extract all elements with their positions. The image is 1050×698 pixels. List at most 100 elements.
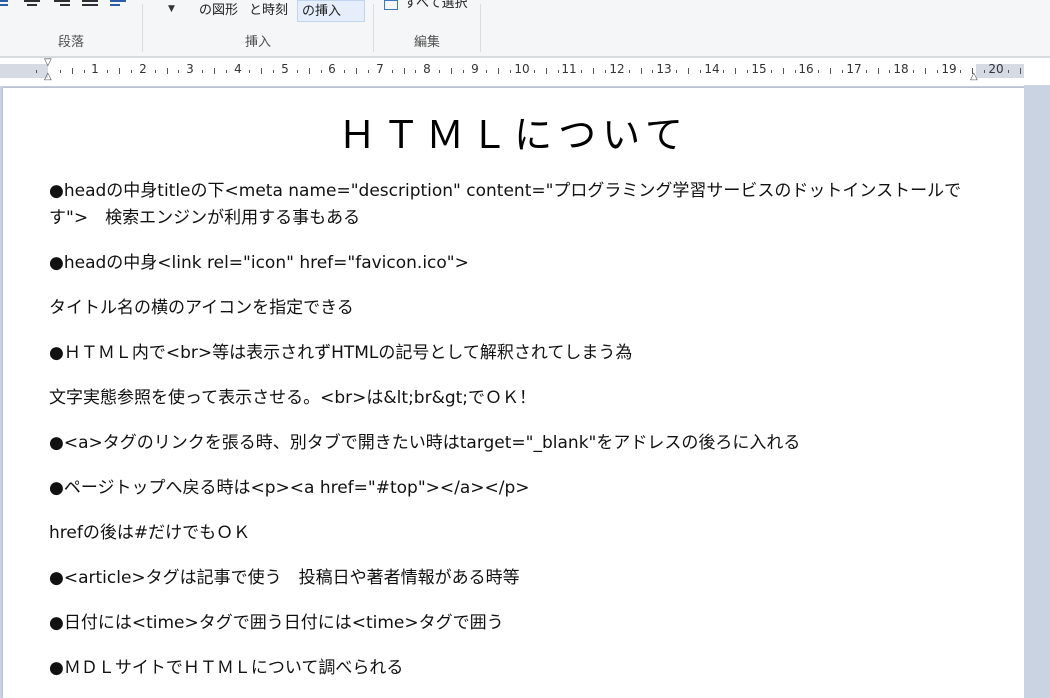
paragraph: ●ＭＤＬサイトでＨＴＭＬについて調べられる bbox=[49, 658, 404, 678]
hanging-indent-icon[interactable]: △ bbox=[44, 72, 52, 82]
ruler-tick bbox=[652, 70, 653, 73]
ruler-tick bbox=[641, 68, 642, 74]
ruler-number: 11 bbox=[561, 62, 577, 76]
ruler-tick bbox=[36, 70, 37, 73]
ruler-tick bbox=[178, 70, 179, 73]
ruler-tick bbox=[960, 70, 961, 73]
ruler-tick bbox=[167, 68, 168, 74]
insert-drawing-button[interactable]: の図形 bbox=[195, 0, 242, 22]
group-divider bbox=[480, 4, 481, 52]
ruler-tick bbox=[261, 68, 262, 74]
first-line-indent-icon[interactable]: ▽ bbox=[44, 58, 52, 68]
ruler-number: 3 bbox=[186, 62, 194, 76]
ribbon: 段落 ▼ の図形 と時刻 の挿入 挿入 編集 すべて選択 bbox=[0, 0, 1050, 57]
ruler-number: 1 bbox=[91, 62, 99, 76]
paragraph: 文字実態参照を使って表示させる。<br>は&lt;br&gt;でＯＫ！ bbox=[49, 388, 537, 408]
ruler-number: 7 bbox=[376, 62, 384, 76]
ruler-number: 15 bbox=[751, 62, 767, 76]
ruler-tick bbox=[1020, 68, 1021, 74]
paragraph-group: 段落 bbox=[0, 0, 142, 56]
ruler-tick bbox=[735, 68, 736, 74]
ruler-number: 14 bbox=[704, 62, 720, 76]
insert-datetime-button[interactable]: と時刻 bbox=[245, 0, 292, 22]
align-justify-icon[interactable] bbox=[82, 0, 98, 10]
ruler-tick bbox=[830, 68, 831, 74]
ruler-number: 12 bbox=[609, 62, 625, 76]
ruler-tick bbox=[747, 70, 748, 73]
paragraph-group-label: 段落 bbox=[57, 35, 84, 50]
ruler-tick bbox=[972, 68, 973, 74]
paragraph: ●headの中身<link rel="icon" href="favicon.i… bbox=[49, 253, 469, 273]
window-background bbox=[1024, 85, 1050, 698]
ruler-tick bbox=[723, 70, 724, 73]
paragraph: ●<article>タグは記事で使う 投稿日や著者情報がある時等 bbox=[49, 568, 520, 588]
ruler-tick bbox=[226, 70, 227, 73]
ruler-tick bbox=[72, 68, 73, 74]
ruler-tick bbox=[404, 68, 405, 74]
ruler-number: 4 bbox=[234, 62, 242, 76]
ruler-left-margin bbox=[0, 64, 48, 78]
align-right-icon[interactable] bbox=[54, 0, 70, 10]
ruler-tick bbox=[273, 70, 274, 73]
paragraph: タイトル名の横のアイコンを指定できる bbox=[49, 298, 354, 318]
ruler-number: 5 bbox=[281, 62, 289, 76]
ruler-number: 18 bbox=[893, 62, 909, 76]
ruler-number: 6 bbox=[328, 62, 336, 76]
ruler-number: 8 bbox=[423, 62, 431, 76]
ruler-tick bbox=[937, 70, 938, 73]
ruler-tick bbox=[605, 70, 606, 73]
ruler-tick bbox=[593, 68, 594, 74]
ruler-tick bbox=[984, 70, 985, 73]
select-all-label: すべて選択 bbox=[404, 0, 468, 11]
ruler-tick bbox=[439, 70, 440, 73]
ruler-number: 16 bbox=[798, 62, 814, 76]
ruler-tick bbox=[119, 68, 120, 74]
ruler-tick bbox=[688, 68, 689, 74]
ruler-tick bbox=[451, 68, 452, 74]
ruler-number: 17 bbox=[846, 62, 862, 76]
ruler-number: 13 bbox=[656, 62, 672, 76]
ruler-tick bbox=[155, 70, 156, 73]
chevron-down-icon[interactable]: ▼ bbox=[168, 4, 175, 14]
ruler-tick bbox=[415, 70, 416, 73]
ruler-tick bbox=[392, 70, 393, 73]
ruler-tick bbox=[309, 68, 310, 74]
ruler-number: 2 bbox=[139, 62, 147, 76]
ruler-tick bbox=[534, 70, 535, 73]
ruler-number: 19 bbox=[941, 62, 957, 76]
ruler-tick bbox=[818, 70, 819, 73]
paragraph: ●ＨＴＭＬ内で<br>等は表示されずHTMLの記号として解釈されてしまう為 bbox=[49, 343, 633, 363]
ruler-tick bbox=[356, 68, 357, 74]
select-all-icon bbox=[384, 0, 398, 10]
ruler-number: 9 bbox=[471, 62, 479, 76]
ruler-tick bbox=[889, 70, 890, 73]
ruler-tick bbox=[546, 68, 547, 74]
ruler-number: 20 bbox=[988, 62, 1004, 76]
paragraph-direction-icon[interactable] bbox=[110, 0, 126, 10]
ruler-tick bbox=[297, 70, 298, 73]
edit-group-label: 編集 bbox=[413, 35, 440, 50]
align-center-icon[interactable] bbox=[24, 0, 40, 10]
ruler-tick bbox=[1008, 70, 1009, 73]
ruler-tick bbox=[107, 70, 108, 73]
document-page[interactable]: ＨＴＭＬについて ●headの中身titleの下<meta name="desc… bbox=[3, 88, 1024, 698]
insert-group: ▼ の図形 と時刻 の挿入 挿入 bbox=[143, 0, 373, 56]
ruler-tick bbox=[581, 70, 582, 73]
paragraph: hrefの後は#だけでもＯＫ bbox=[49, 523, 251, 543]
align-left-icon[interactable] bbox=[0, 0, 16, 10]
ruler-tick bbox=[486, 70, 487, 73]
insert-object-button[interactable]: の挿入 bbox=[297, 0, 365, 22]
insert-group-label: 挿入 bbox=[244, 35, 271, 50]
ruler-tick bbox=[368, 70, 369, 73]
ruler-tick bbox=[913, 70, 914, 73]
ruler-tick bbox=[463, 70, 464, 73]
ruler[interactable]: ▽ △ △ 1 2 3 4 5 6 7 8 9 10 11 12 13 14 15 16 17 18 19 20 bbox=[0, 57, 1050, 86]
ruler-tick bbox=[783, 68, 784, 74]
paragraph: ●日付には<time>タグで囲う日付には<time>タグで囲う bbox=[49, 613, 504, 633]
ruler-tick bbox=[842, 70, 843, 73]
ruler-tick bbox=[214, 68, 215, 74]
ruler-tick bbox=[344, 70, 345, 73]
select-all-button[interactable]: すべて選択 bbox=[384, 0, 468, 11]
ruler-tick bbox=[878, 68, 879, 74]
ruler-tick bbox=[131, 70, 132, 73]
